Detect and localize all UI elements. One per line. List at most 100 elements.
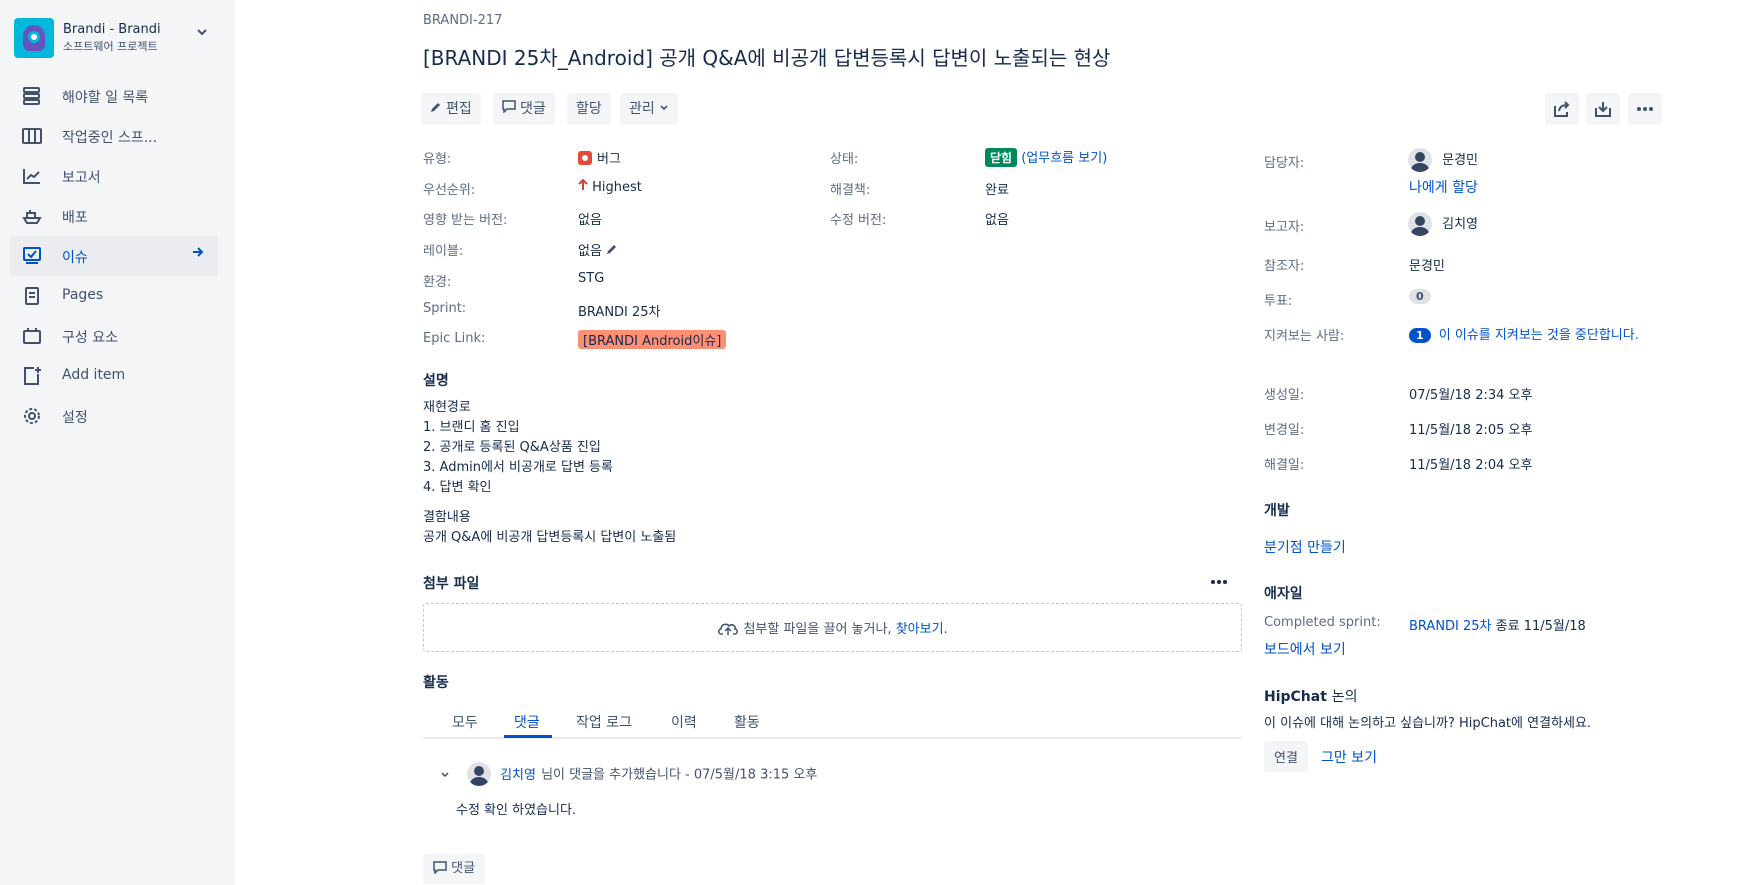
comment-label: 댓글: [520, 101, 546, 117]
sidebar-item-label: 설정: [62, 410, 88, 426]
sidebar-item-pages[interactable]: Pages: [10, 276, 218, 316]
add-item-icon: [22, 367, 42, 385]
dropzone-text: 첨부할 파일을 끌어 놓거나,: [743, 622, 892, 637]
tab-comments[interactable]: 댓글: [514, 712, 540, 732]
comment-header: 김치영 님이 댓글을 추가했습니다 - 07/5월/18 3:15 오후: [467, 762, 817, 786]
browse-link[interactable]: 찾아보기.: [896, 622, 948, 637]
create-branch-link[interactable]: 분기점 만들기: [1264, 537, 1346, 557]
manage-dropdown-button[interactable]: 관리: [620, 93, 679, 125]
priority-value[interactable]: Highest: [578, 178, 642, 195]
reporter-label: 보고자:: [1264, 220, 1305, 235]
project-type: 소프트웨어 프로젝트: [63, 40, 158, 53]
project-sidebar: Brandi - Brandi 소프트웨어 프로젝트 해야할 일 목록 작업중인…: [0, 0, 235, 885]
epic-lozenge[interactable]: [BRANDI Android이슈]: [578, 330, 727, 349]
resolved-value: 11/5월/18 2:04 오후: [1409, 458, 1533, 473]
issue-summary[interactable]: [BRANDI 25차_Android] 공개 Q&A에 비공개 답변등록시 답…: [423, 42, 1110, 71]
sidebar-item-label: 이슈: [62, 250, 88, 266]
board-icon: [22, 127, 42, 145]
attachments-more-icon[interactable]: [1210, 574, 1228, 593]
environment-value[interactable]: STG: [578, 271, 604, 286]
description-title: 설명: [423, 373, 449, 389]
sidebar-nav: 해야할 일 목록 작업중인 스프... 보고서 배포 이슈 Pages 구성 요…: [10, 76, 218, 436]
chevron-down-icon[interactable]: [196, 26, 208, 42]
votes-value[interactable]: 0: [1409, 289, 1431, 304]
updated-label: 변경일:: [1264, 423, 1305, 438]
sprint-end: 종료 11/5월/18: [1495, 619, 1586, 634]
tab-work-log[interactable]: 작업 로그: [576, 712, 632, 732]
hipchat-dismiss-link[interactable]: 그만 보기: [1321, 747, 1377, 767]
comment-icon: [433, 861, 447, 876]
created-value: 07/5월/18 2:34 오후: [1409, 388, 1533, 403]
fix-version-value[interactable]: 없음: [985, 209, 1009, 228]
sidebar-item-components[interactable]: 구성 요소: [10, 316, 218, 356]
edit-button[interactable]: 편집: [421, 93, 481, 125]
epic-link-value[interactable]: [BRANDI Android이슈]: [578, 330, 727, 349]
sidebar-item-label: 보고서: [62, 170, 101, 186]
stop-watching-link[interactable]: 이 이슈를 지켜보는 것을 중단합니다.: [1439, 328, 1639, 343]
project-switcher[interactable]: Brandi - Brandi 소프트웨어 프로젝트: [14, 18, 214, 58]
sidebar-item-board[interactable]: 작업중인 스프...: [10, 116, 218, 156]
assignee-label: 담당자:: [1264, 156, 1305, 171]
pencil-icon: [430, 93, 442, 125]
add-comment-label: 댓글: [451, 861, 476, 876]
defect-text: 공개 Q&A에 비공개 답변등록시 답변이 노출됨: [423, 530, 677, 545]
labels-label: 레이블:: [423, 244, 464, 259]
avatar[interactable]: [467, 762, 491, 786]
assign-to-me-link[interactable]: 나에게 할당: [1409, 177, 1478, 197]
tab-activity[interactable]: 활동: [734, 712, 760, 732]
add-comment-button[interactable]: 댓글: [423, 854, 486, 884]
watchers-value[interactable]: 1 이 이슈를 지켜보는 것을 중단합니다.: [1409, 324, 1639, 343]
assign-button[interactable]: 할당: [567, 93, 611, 125]
completed-sprint-value: BRANDI 25차 종료 11/5월/18: [1409, 615, 1586, 634]
sidebar-item-backlog[interactable]: 해야할 일 목록: [10, 76, 218, 116]
project-name: Brandi - Brandi: [63, 22, 161, 37]
description-line: 재현경로: [423, 400, 471, 415]
sprint-value[interactable]: BRANDI 25차: [578, 301, 661, 320]
sprint-link[interactable]: BRANDI 25차: [1409, 619, 1492, 634]
issue-key-breadcrumb[interactable]: BRANDI-217: [423, 13, 502, 28]
assignee-name: 문경민: [1442, 152, 1479, 168]
type-value[interactable]: 버그: [578, 148, 621, 167]
share-button[interactable]: [1545, 93, 1579, 125]
resolution-value: 완료: [985, 183, 1009, 198]
sidebar-item-releases[interactable]: 배포: [10, 196, 218, 236]
reporter-value[interactable]: 김치영: [1408, 212, 1478, 236]
sidebar-item-label: 작업중인 스프...: [62, 130, 158, 146]
labels-value[interactable]: 없음: [578, 240, 618, 259]
tab-history[interactable]: 이력: [671, 712, 697, 732]
description-line: 2. 공개로 등록된 Q&A상품 진입: [423, 440, 601, 455]
sidebar-item-label: 배포: [62, 210, 88, 226]
affects-version-value[interactable]: 없음: [578, 209, 602, 228]
tab-all[interactable]: 모두: [452, 712, 478, 732]
hipchat-connect-button[interactable]: 연결: [1264, 741, 1308, 772]
more-actions-button[interactable]: [1628, 93, 1662, 125]
comment-author-link[interactable]: 김치영: [500, 768, 536, 783]
agile-title: 애자일: [1264, 586, 1303, 602]
defect-title: 결함내용: [423, 510, 471, 525]
sidebar-item-issues[interactable]: 이슈: [10, 236, 218, 276]
collapse-comment-icon[interactable]: [440, 765, 450, 784]
pencil-icon[interactable]: [606, 244, 618, 259]
manage-label: 관리: [629, 101, 655, 117]
attachments-title: 첨부 파일: [423, 576, 480, 592]
sidebar-item-add-item[interactable]: Add item: [10, 356, 218, 396]
edit-label: 편집: [446, 101, 472, 117]
comment-button[interactable]: 댓글: [493, 93, 555, 125]
workflow-link[interactable]: (업무흐름 보기): [1021, 151, 1107, 166]
sidebar-item-reports[interactable]: 보고서: [10, 156, 218, 196]
export-button[interactable]: [1586, 93, 1620, 125]
chevron-down-icon: [659, 101, 669, 117]
assignee-value[interactable]: 문경민: [1408, 148, 1478, 172]
type-label: 유형:: [423, 152, 452, 167]
hipchat-title-en: HipChat: [1264, 689, 1327, 705]
activity-tabs: 모두 댓글 작업 로그 이력 활동: [423, 705, 1242, 739]
active-tab-indicator: [504, 735, 552, 738]
sidebar-item-settings[interactable]: 설정: [10, 396, 218, 436]
hipchat-title: HipChat 논의: [1264, 686, 1358, 706]
status-value: 닫힘 (업무흐름 보기): [985, 147, 1107, 167]
participants-value[interactable]: 문경민: [1409, 255, 1445, 274]
development-title: 개발: [1264, 503, 1290, 519]
attachment-dropzone[interactable]: 첨부할 파일을 끌어 놓거나, 찾아보기.: [423, 603, 1242, 652]
participants-label: 참조자:: [1264, 259, 1305, 274]
view-on-board-link[interactable]: 보드에서 보기: [1264, 639, 1346, 659]
